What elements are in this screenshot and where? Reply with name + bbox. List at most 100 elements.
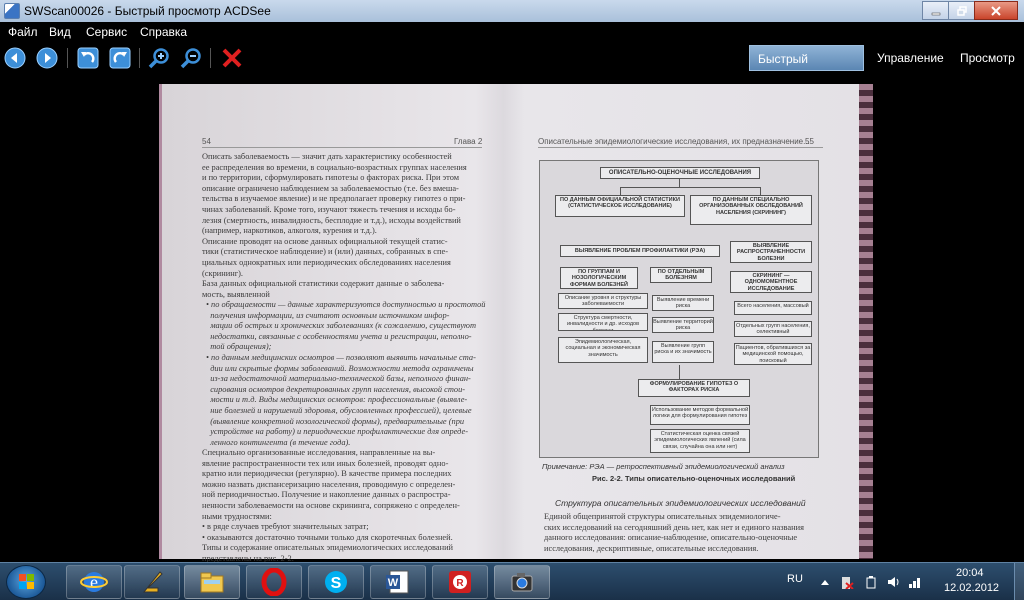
diagram-right-branch: ПО ДАННЫМ СПЕЦИАЛЬНО ОРГАНИЗОВАННЫХ ОБСЛ… — [690, 195, 812, 225]
rotate-left-icon — [77, 47, 99, 69]
title-bar: SWScan00026 - Быстрый просмотр ACDSee — [0, 0, 1024, 22]
taskbar-word[interactable]: W — [370, 565, 426, 599]
zoom-in-icon — [148, 48, 169, 69]
text-line: Типы и содержание описательных эпидемиол… — [202, 543, 454, 553]
diagram-connector — [620, 187, 621, 195]
show-hidden-icons-icon — [821, 580, 829, 585]
taskbar-winamp[interactable] — [124, 565, 180, 599]
diagram-item: Отдельных групп населения, селективный — [734, 321, 812, 337]
text-line: • оказываются достаточно точными только … — [202, 532, 453, 542]
menu-view[interactable]: Вид — [49, 25, 71, 39]
text-line: из-за недостаточной материально-техничес… — [206, 374, 471, 384]
acdsee-window: SWScan00026 - Быстрый просмотр ACDSee Фа… — [0, 0, 1024, 600]
header-rule — [202, 147, 482, 148]
text-line: тики (статистическое наблюдение) и (или)… — [202, 247, 448, 257]
diagram-prevalence-box: ВЫЯВЛЕНИЕ РАСПРОСТРАНЕННОСТИ БОЛЕЗНИ — [730, 241, 812, 263]
rotate-left-button[interactable] — [76, 46, 100, 70]
taskbar-ie[interactable]: e — [66, 565, 122, 599]
text-line: ленного контингента (в течение года). — [206, 437, 351, 447]
diagram-left-branch: ПО ДАННЫМ ОФИЦИАЛЬНОЙ СТАТИСТИКИ (СТАТИС… — [555, 195, 685, 217]
tab-view[interactable]: Просмотр — [952, 45, 1023, 71]
diagram-connector — [620, 187, 760, 188]
delete-button[interactable] — [220, 46, 244, 70]
text-line: (выявление конкретной нозологической фор… — [206, 416, 465, 426]
text-line: кратно или периодически (регулярно). В к… — [202, 469, 452, 479]
text-line: можно назвать диспансеризацию населения,… — [202, 479, 456, 489]
zoom-in-button[interactable] — [147, 46, 171, 70]
delete-icon — [222, 48, 242, 68]
show-desktop-button[interactable] — [1014, 563, 1024, 600]
text-line: мации об острых и хронических заболевани… — [206, 321, 477, 331]
diagram-connector — [679, 179, 680, 187]
svg-text:R: R — [456, 578, 464, 589]
word-icon: W — [386, 570, 409, 594]
book-binding — [859, 84, 873, 559]
window-title: SWScan00026 - Быстрый просмотр ACDSee — [24, 4, 271, 18]
taskbar-finereader[interactable]: R — [432, 565, 488, 599]
taskbar-opera[interactable] — [246, 565, 302, 599]
close-button[interactable] — [974, 1, 1018, 20]
left-page-bottom-text: Специально организованные исследования, … — [202, 448, 460, 562]
acdsee-app-icon[interactable] — [4, 3, 20, 19]
language-indicator[interactable]: RU — [787, 573, 803, 585]
svg-text:e: e — [90, 572, 98, 592]
text-line: исследования, дескриптивные, описательны… — [544, 543, 759, 553]
menu-help[interactable]: Справка — [140, 25, 187, 39]
rotate-right-button[interactable] — [108, 46, 132, 70]
diagram-item: Структура смертности, инвалидности и др.… — [558, 313, 648, 331]
menu-file[interactable]: Файл — [8, 25, 38, 39]
power-icon — [866, 576, 876, 589]
text-line: Специально организованные исследования, … — [202, 448, 436, 457]
taskbar-skype[interactable]: S — [308, 565, 364, 599]
text-line: циальных однократных или периодических о… — [202, 257, 451, 267]
menu-tools[interactable]: Сервис — [86, 25, 127, 39]
header-rule — [538, 147, 823, 148]
tab-manage[interactable]: Управление — [869, 45, 952, 71]
minimize-icon — [931, 12, 940, 15]
text-line: представлены на рис. 2-2. — [202, 553, 294, 562]
text-line: чинах заболеваний. Кроме того, изучают т… — [202, 204, 456, 214]
text-line: дии или скрытые формы заболеваний. Возмо… — [206, 363, 474, 373]
taskbar-acdsee[interactable] — [494, 565, 550, 599]
winamp-icon — [142, 571, 163, 593]
action-center-icon — [842, 577, 854, 589]
text-line: ной периодичностью. Получение и накоплен… — [202, 490, 451, 500]
text-line: и по территории, сформулировать гипотезы… — [202, 173, 460, 183]
finereader-icon: R — [449, 571, 471, 593]
diagram-top-box: ОПИСАТЕЛЬНО-ОЦЕНОЧНЫЕ ИССЛЕДОВАНИЯ — [600, 167, 760, 179]
start-button[interactable] — [6, 565, 46, 599]
toolbar-separator — [67, 48, 68, 68]
taskbar-explorer[interactable] — [184, 565, 240, 599]
text-line: • в ряде случаев требуют значительных за… — [202, 522, 369, 532]
text-line: Единой общепринятой структуры описательн… — [544, 512, 781, 521]
section-title: Структура описательных эпидемиологически… — [555, 498, 806, 508]
forward-button[interactable] — [35, 46, 59, 70]
minimize-button[interactable] — [922, 1, 949, 20]
diagram-groups-box: ПО ГРУППАМ И НОЗОЛОГИЧЕСКИМ ФОРМАМ БОЛЕЗ… — [560, 267, 638, 289]
text-line: лезня (смертность, инвалидность, бесплод… — [202, 215, 461, 225]
diagram-item: Выявление территорий риска — [652, 317, 714, 333]
clock-date[interactable]: 12.02.2012 — [944, 582, 999, 594]
svg-text:S: S — [331, 575, 342, 592]
back-button[interactable] — [3, 46, 27, 70]
zoom-out-icon — [180, 48, 201, 69]
zoom-out-button[interactable] — [179, 46, 203, 70]
maximize-button[interactable] — [948, 1, 975, 20]
text-line: ными трудностями: — [202, 511, 272, 521]
image-viewer[interactable]: 54 Глава 2 Описательные эпидемиологическ… — [0, 74, 1024, 562]
right-page-header: Описательные эпидемиологические исследов… — [538, 137, 810, 146]
skype-icon: S — [325, 571, 347, 593]
text-line: данного исследования: описание-наблюдени… — [544, 533, 798, 543]
menu-bar: Файл Вид Сервис Справка — [0, 22, 1024, 42]
text-line: Описать заболеваемость — значит дать хар… — [202, 152, 452, 161]
window-controls — [922, 1, 1018, 20]
clock-time[interactable]: 20:04 — [956, 567, 984, 579]
diagram-item: Использование методов формальной логики … — [650, 405, 750, 425]
forward-icon — [36, 47, 58, 69]
tab-quick-view[interactable]: Быстрый просмотр — [749, 45, 864, 92]
diagram-screening-box: СКРИНИНГ — ОДНОМОМЕНТНОЕ ИССЛЕДОВАНИЕ — [730, 271, 812, 293]
diagram-diseases-box: ПО ОТДЕЛЬНЫМ БОЛЕЗНЯМ — [650, 267, 712, 283]
text-line: недостатки, связанные с особенностями уч… — [206, 331, 472, 341]
explorer-icon — [200, 572, 224, 593]
left-page-paragraphs: Описать заболеваемость — значит дать хар… — [202, 152, 467, 300]
